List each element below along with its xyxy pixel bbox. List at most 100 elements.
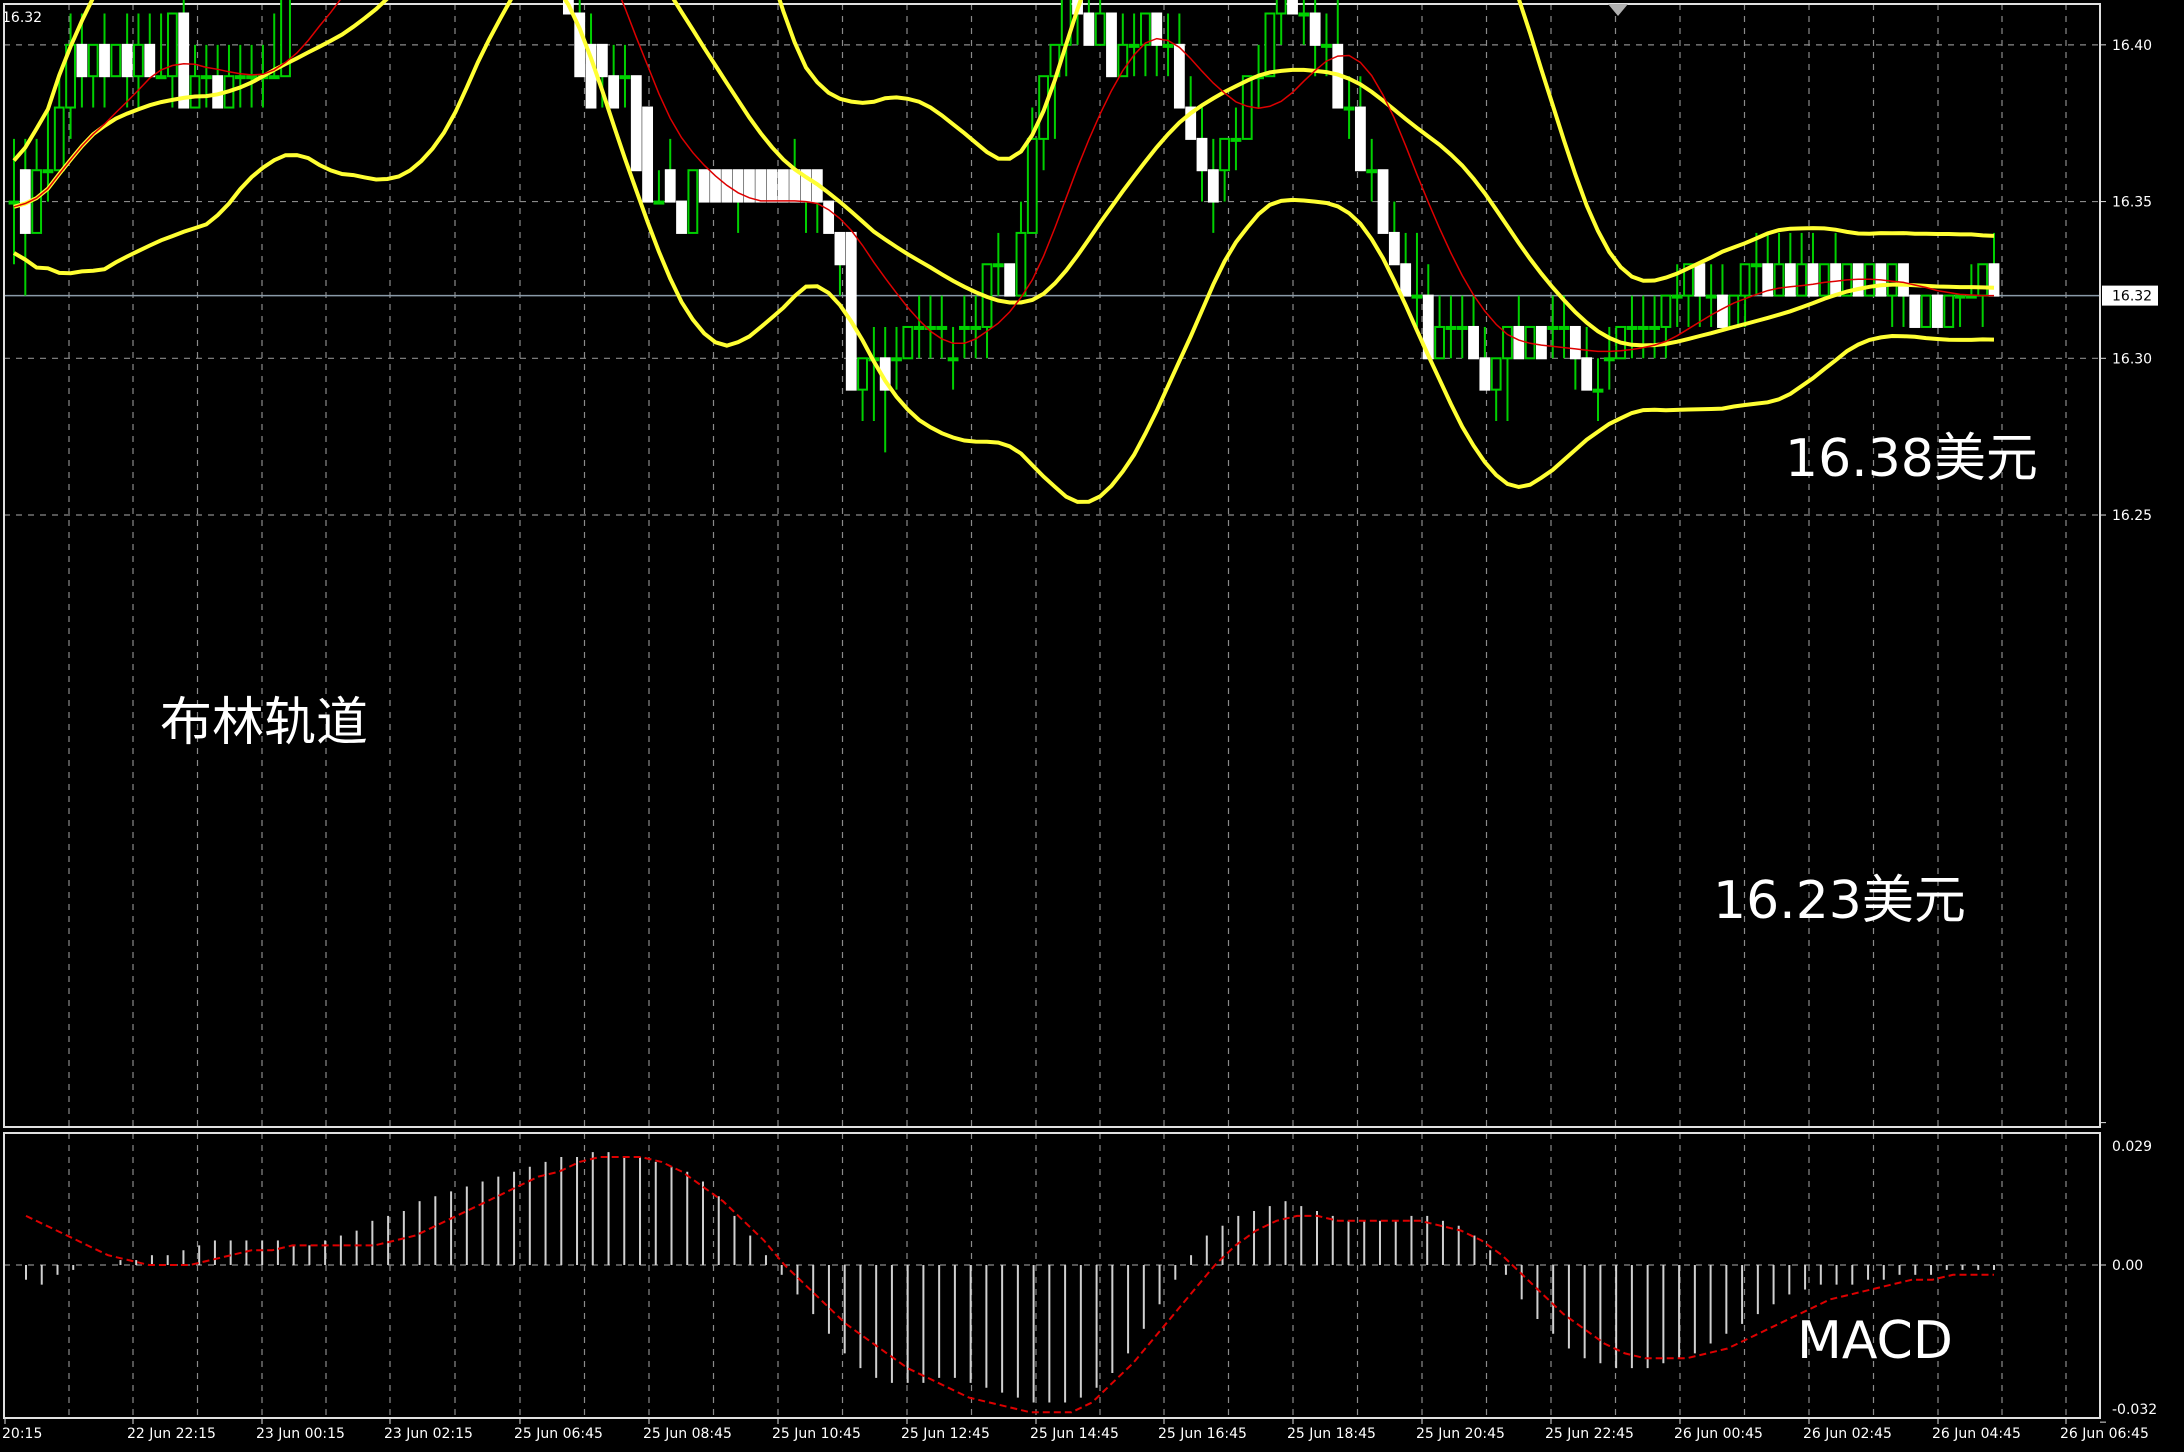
candle-body [1445, 325, 1457, 330]
candle-body [234, 75, 246, 80]
macd-panel [25, 1152, 1995, 1414]
candle-body [155, 75, 167, 80]
candle-body [1015, 231, 1027, 297]
candle-body [1083, 12, 1095, 46]
candle-body [200, 75, 212, 80]
y-tick-label: 16.30 [2112, 351, 2152, 367]
candle-body [1558, 325, 1570, 330]
candle-body [676, 200, 687, 234]
candle-body [992, 263, 1004, 268]
candle-body [1796, 263, 1808, 297]
candle-body [1343, 106, 1355, 111]
candle-body [1230, 137, 1242, 142]
candle-body [732, 169, 744, 203]
x-tick-label: 25 Jun 16:45 [1158, 1426, 1247, 1442]
x-tick-label: 26 Jun 00:45 [1674, 1426, 1763, 1442]
candle-body [178, 12, 190, 109]
bollinger-label: 布林轨道 [160, 693, 368, 753]
candle-body [110, 43, 122, 78]
candle-body [1728, 294, 1740, 328]
candle-body [1207, 169, 1219, 203]
trading-chart[interactable]: 20:15 22 Jun 22:15 23 Jun 00:15 23 Jun 02:1… [0, 0, 2184, 1452]
candle-body [1592, 388, 1604, 393]
candle-body [698, 169, 710, 203]
candle-body [1773, 263, 1785, 297]
x-tick-label: 25 Jun 22:45 [1545, 1426, 1634, 1442]
candle-body [1954, 294, 1966, 299]
candle-body [1920, 294, 1932, 328]
candle-body [1513, 325, 1525, 360]
candle-body [1547, 325, 1559, 330]
candle-body [642, 106, 654, 203]
candle-body [777, 169, 789, 203]
candle-body [121, 43, 133, 78]
candle-body [87, 43, 99, 78]
x-tick-label: 25 Jun 10:45 [772, 1426, 861, 1442]
candle-body [42, 169, 54, 174]
candle-body [1366, 169, 1378, 174]
candle-body [891, 357, 902, 362]
bollinger-bands [12, 0, 1995, 504]
candle-body [1140, 12, 1151, 46]
candle-body [687, 169, 699, 234]
candle-body [755, 169, 767, 203]
candle-body [1388, 231, 1400, 266]
candle-body [1275, 0, 1287, 15]
candle-body [99, 43, 110, 78]
candle-body [1287, 0, 1298, 15]
candle-body [144, 43, 156, 78]
candle-body [1219, 137, 1231, 172]
candle-body [1173, 43, 1185, 109]
candle-body [1377, 169, 1389, 234]
candle-body [958, 325, 970, 330]
candle-body [1468, 325, 1479, 360]
candle-body [1298, 12, 1310, 17]
candle-body [1807, 263, 1819, 297]
x-tick-label: 25 Jun 12:45 [901, 1426, 990, 1442]
candle-body [1434, 325, 1446, 360]
candle-body [1490, 357, 1502, 391]
x-tick-label: 25 Jun 08:45 [643, 1426, 732, 1442]
candle-body [1026, 137, 1038, 234]
bollinger-lower-band [12, 0, 1995, 504]
candle-body [845, 231, 857, 391]
y-tick-label: 16.35 [2112, 195, 2152, 211]
y-tick-label: 16.40 [2112, 38, 2152, 54]
candle-body [766, 169, 778, 203]
candle-body [834, 231, 846, 266]
candle-body [596, 43, 608, 78]
current-price-label: 16.32 [2112, 289, 2152, 305]
candle-body [1411, 294, 1423, 299]
candle-body [1830, 263, 1842, 297]
candle-body [1106, 12, 1117, 78]
macd-y-tick-label: -0.032 [2112, 1402, 2157, 1418]
x-tick-label: 23 Jun 02:15 [384, 1426, 473, 1442]
candle-body [1536, 325, 1547, 360]
candle-body [789, 169, 801, 203]
candle-body [823, 200, 835, 234]
candle-body [1988, 263, 2000, 297]
candle-body [913, 325, 925, 330]
candle-body [1581, 357, 1593, 391]
candle-body [1694, 263, 1706, 297]
candle-body [970, 325, 982, 330]
candle-body [53, 106, 65, 172]
x-tick-label: 25 Jun 20:45 [1416, 1426, 1505, 1442]
candle-body [1479, 357, 1491, 391]
candle-body [1004, 263, 1016, 297]
x-tick-label: 26 Jun 04:45 [1932, 1426, 2021, 1442]
candle-body [1456, 325, 1468, 330]
candle-body [1264, 12, 1276, 78]
candle-body [1569, 325, 1581, 360]
shift-marker-icon [1608, 4, 1628, 16]
candle-body [1400, 263, 1412, 297]
candle-body [1309, 12, 1321, 46]
candle-body [1649, 325, 1660, 330]
candle-body [664, 169, 676, 203]
x-tick-label: 26 Jun 06:45 [2060, 1426, 2149, 1442]
candle-body [1354, 106, 1366, 172]
candle-body [619, 75, 631, 80]
candle-body [1739, 263, 1751, 297]
x-tick-label: 22 Jun 22:15 [127, 1426, 216, 1442]
candle-body [246, 75, 258, 80]
